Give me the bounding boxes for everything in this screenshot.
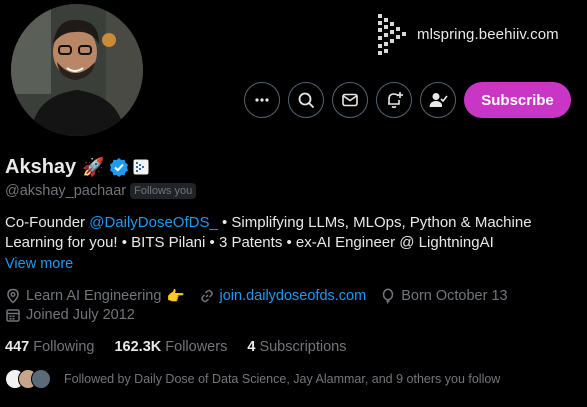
location-text: Learn AI Engineering bbox=[26, 288, 162, 304]
followers-you-know[interactable]: Followed by Daily Dose of Data Science, … bbox=[5, 367, 500, 391]
profile-stats: 447 Following 162.3K Followers 4 Subscri… bbox=[5, 337, 366, 357]
handle-row: @akshay_pachaar Follows you bbox=[5, 182, 197, 200]
calendar-icon bbox=[6, 309, 20, 322]
profile-bio: Co-Founder @DailyDoseOfDS_ • Simplifying… bbox=[5, 213, 580, 253]
view-more-link[interactable]: View more bbox=[5, 256, 73, 272]
balloon-icon bbox=[382, 288, 394, 304]
search-icon bbox=[298, 92, 314, 108]
subscriptions-label: Subscriptions bbox=[259, 339, 347, 355]
notifications-button[interactable] bbox=[376, 82, 412, 118]
followers-label: Followers bbox=[165, 339, 228, 355]
pointing-emoji: 👉 bbox=[166, 288, 185, 305]
birthday-text: Born October 13 bbox=[401, 288, 508, 304]
more-button[interactable] bbox=[244, 82, 280, 118]
location-pin-icon bbox=[7, 288, 19, 304]
link-icon bbox=[200, 289, 213, 303]
followed-by-text: Followed by Daily Dose of Data Science, … bbox=[64, 372, 501, 386]
profile-name-row: Akshay 🚀 bbox=[5, 153, 149, 181]
following-button[interactable] bbox=[420, 82, 456, 118]
website-item[interactable]: join.dailydoseofds.com bbox=[199, 288, 367, 304]
notification-add-icon bbox=[388, 92, 403, 109]
following-label: Following bbox=[33, 339, 95, 355]
followers-count: 162.3K bbox=[114, 339, 162, 355]
profile-avatar[interactable] bbox=[7, 0, 147, 140]
message-button[interactable] bbox=[332, 82, 368, 118]
more-icon bbox=[255, 98, 269, 102]
subscriptions-stat[interactable]: 4 Subscriptions bbox=[247, 339, 346, 355]
affiliate-badge-icon[interactable] bbox=[133, 159, 149, 175]
following-icon bbox=[429, 93, 448, 107]
website-link[interactable]: join.dailydoseofds.com bbox=[220, 288, 367, 304]
birthday-item: Born October 13 bbox=[380, 288, 508, 304]
profile-meta-row: Learn AI Engineering 👉 join.dailydoseofd… bbox=[5, 286, 522, 306]
followers-stat[interactable]: 162.3K Followers bbox=[114, 339, 227, 355]
rocket-emoji: 🚀 bbox=[82, 156, 105, 177]
bio-text-1: Co-Founder bbox=[5, 214, 90, 231]
mutual-avatars bbox=[5, 368, 55, 390]
following-count: 447 bbox=[5, 339, 30, 355]
message-icon bbox=[342, 93, 358, 107]
banner-url-text: mlspring.beehiiv.com bbox=[417, 26, 559, 43]
display-name: Akshay bbox=[5, 155, 77, 178]
verified-badge-icon[interactable] bbox=[109, 157, 129, 177]
bio-mention-link[interactable]: @DailyDoseOfDS_ bbox=[89, 214, 218, 231]
joined-text: Joined July 2012 bbox=[26, 307, 135, 323]
subscriptions-count: 4 bbox=[247, 339, 256, 355]
follows-you-badge: Follows you bbox=[130, 183, 197, 199]
subscribe-button[interactable]: Subscribe bbox=[464, 82, 571, 118]
mutual-avatar bbox=[31, 369, 51, 389]
profile-actions: Subscribe bbox=[0, 82, 587, 118]
user-handle: @akshay_pachaar bbox=[5, 183, 127, 199]
joined-item: Joined July 2012 bbox=[5, 307, 135, 323]
following-stat[interactable]: 447 Following bbox=[5, 339, 94, 355]
search-button[interactable] bbox=[288, 82, 324, 118]
profile-meta-row-2: Joined July 2012 bbox=[5, 305, 149, 325]
location-item: Learn AI Engineering 👉 bbox=[5, 288, 185, 305]
newsletter-logo-icon bbox=[378, 14, 406, 55]
